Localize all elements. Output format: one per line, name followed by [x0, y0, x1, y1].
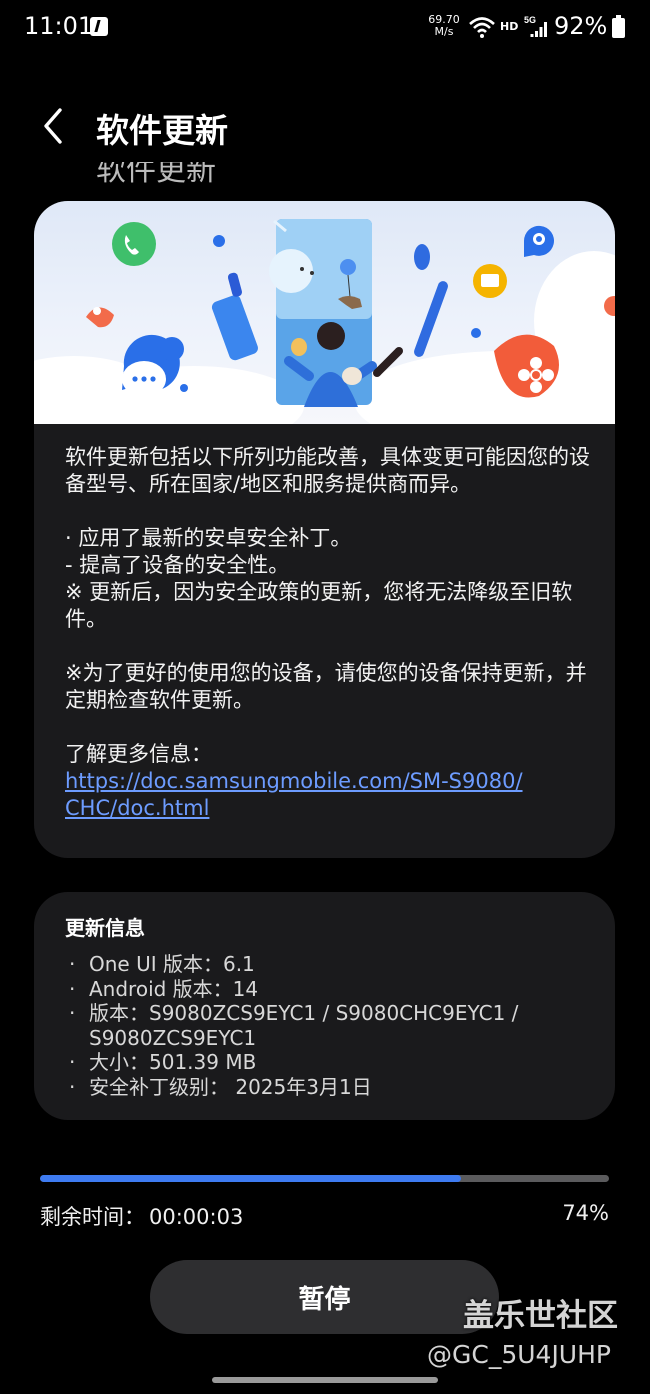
status-bar: 11:01 69.70 M/s HD 5G 92%	[0, 0, 650, 56]
one-ui-version: One UI 版本：6.1	[65, 952, 595, 977]
phone-icon	[112, 222, 156, 266]
update-info-card: 更新信息 One UI 版本：6.1 Android 版本：14 版本：S908…	[34, 892, 615, 1120]
home-indicator[interactable]	[212, 1377, 438, 1383]
user-watermark: @GC_5U4JUHP	[427, 1340, 611, 1369]
update-info-list: One UI 版本：6.1 Android 版本：14 版本：S9080ZCS9…	[65, 952, 595, 1099]
update-info-title: 更新信息	[65, 916, 145, 940]
wifi-icon	[469, 17, 495, 38]
android-version: Android 版本：14	[65, 977, 595, 1002]
network-type-label: 5G	[524, 15, 536, 25]
download-progress-bar	[40, 1175, 609, 1182]
tiktok-notification-icon	[90, 17, 108, 36]
more-info-label: 了解更多信息：	[65, 742, 212, 766]
community-watermark: 盖乐世社区	[463, 1298, 618, 1334]
signal-icon: 5G	[524, 15, 547, 37]
battery-icon	[612, 15, 625, 38]
settings-icon	[523, 225, 554, 257]
download-progress-fill	[40, 1175, 462, 1182]
hero-illustration	[34, 201, 615, 424]
battery-percent: 92%	[554, 12, 608, 40]
security-patch-level: 安全补丁级别： 2025年3月1日	[65, 1075, 595, 1100]
network-speed-unit: M/s	[434, 25, 454, 38]
page-title: 软件更新	[96, 111, 228, 150]
pause-button[interactable]: 暂停	[150, 1260, 499, 1334]
remaining-time: 剩余时间： 00:00:03	[40, 1201, 243, 1231]
more-info-link[interactable]: https://doc.samsungmobile.com/SM-S9080/C…	[65, 768, 525, 822]
app-header: 软件更新	[0, 90, 650, 162]
notes-sub-bullet: - 提高了设备的安全性。	[65, 553, 290, 577]
update-size: 大小：501.39 MB	[65, 1050, 595, 1075]
release-notes-card: 软件更新包括以下所列功能改善，具体变更可能因您的设备型号、所在国家/地区和服务提…	[34, 201, 615, 858]
notes-intro: 软件更新包括以下所列功能改善，具体变更可能因您的设备型号、所在国家/地区和服务提…	[65, 445, 590, 496]
network-speed: 69.70 M/s	[424, 14, 464, 38]
remaining-time-label: 剩余时间：	[40, 1205, 145, 1229]
scrolled-title-remnant: 软件更新	[96, 162, 216, 184]
remaining-time-value: 00:00:03	[149, 1205, 244, 1229]
notes-advice: ※为了更好的使用您的设备，请使您的设备保持更新，并定期检查软件更新。	[65, 661, 587, 712]
hd-voice-indicator: HD	[500, 20, 519, 33]
notes-warning: ※ 更新后，因为安全政策的更新，您将无法降级至旧软件。	[65, 580, 573, 631]
folder-icon	[473, 264, 507, 298]
software-update-illustration	[34, 219, 615, 424]
progress-percent: 74%	[562, 1201, 609, 1225]
notes-bullet: · 应用了最新的安卓安全补丁。	[65, 526, 352, 550]
release-notes-text: 软件更新包括以下所列功能改善，具体变更可能因您的设备型号、所在国家/地区和服务提…	[65, 444, 590, 822]
build-version: 版本：S9080ZCS9EYC1 / S9080CHC9EYC1 / S9080…	[65, 1001, 595, 1050]
contact-icon	[86, 307, 114, 328]
status-time: 11:01	[24, 12, 94, 40]
back-arrow-icon[interactable]	[36, 104, 72, 148]
